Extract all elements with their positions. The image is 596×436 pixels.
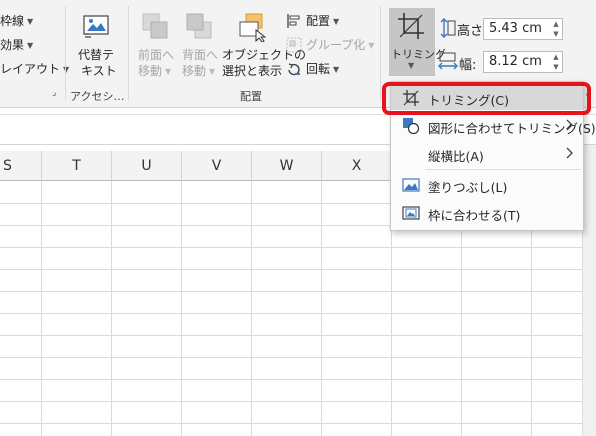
- alt-text-button[interactable]: 代替テ キスト: [72, 10, 122, 80]
- fit-picture-icon: [402, 206, 420, 220]
- vertical-scrollbar[interactable]: [582, 145, 596, 436]
- grid-line: [0, 335, 582, 336]
- menu-item-aspect-ratio[interactable]: 縦横比(A): [392, 140, 582, 168]
- width-label: 幅:: [459, 58, 477, 73]
- crop-to-shape-icon: [403, 118, 420, 135]
- picture-layout-button[interactable]: レイアウト ▼: [0, 60, 69, 77]
- group-button[interactable]: グループ化 ▼: [286, 36, 374, 54]
- group-objects-icon: [286, 37, 302, 53]
- grid-line: [0, 247, 582, 248]
- height-value: 5.43 cm: [489, 21, 542, 36]
- menu-item-label: 縦横比(A): [428, 149, 484, 164]
- send-backward-icon: [186, 13, 212, 39]
- grid-line: [181, 181, 182, 436]
- picture-styles-dialog-launcher[interactable]: ⌟: [52, 88, 56, 98]
- selection-pane-label-line2: 選択と表示: [222, 64, 283, 78]
- spin-down-icon[interactable]: ▼: [550, 62, 562, 72]
- bring-forward-button[interactable]: 前面へ 移動 ▼: [136, 10, 178, 80]
- rotate-label: 回転 ▼: [306, 62, 340, 76]
- crop-dropdown-arrow-icon: ▼: [408, 61, 415, 70]
- column-header-u[interactable]: U: [112, 151, 182, 181]
- bring-forward-icon: [142, 13, 168, 39]
- grid-line: [0, 423, 582, 424]
- menu-item-crop-to-shape[interactable]: 図形に合わせてトリミング(S): [392, 112, 596, 140]
- selection-pane-icon: [239, 13, 267, 42]
- rotate-button[interactable]: 回転 ▼: [286, 60, 358, 78]
- fill-picture-icon: [402, 178, 420, 192]
- picture-border-button[interactable]: 枠線 ▼: [0, 12, 33, 29]
- accessibility-group-label: アクセシ…: [70, 90, 125, 103]
- alt-text-icon: [83, 15, 109, 38]
- group-separator: [65, 6, 66, 100]
- grid-line: [251, 181, 252, 436]
- highlight-annotation-box: [382, 82, 591, 115]
- shape-height-icon: [440, 18, 456, 38]
- alt-text-label-line2: キスト: [81, 64, 117, 78]
- grid-line: [321, 181, 322, 436]
- send-backward-button[interactable]: 背面へ 移動 ▼: [180, 10, 222, 80]
- column-header-t[interactable]: T: [42, 151, 112, 181]
- width-spinner[interactable]: ▲ ▼: [550, 52, 562, 72]
- send-backward-label-line2: 移動 ▼: [182, 64, 216, 78]
- grid-line: [0, 379, 582, 380]
- width-value: 8.12 cm: [489, 54, 542, 69]
- grid-line: [0, 401, 582, 402]
- align-icon: [287, 14, 300, 28]
- menu-item-label: 塗りつぶし(L): [428, 180, 508, 195]
- column-header-w[interactable]: W: [252, 151, 322, 181]
- spin-down-icon[interactable]: ▼: [550, 29, 562, 39]
- menu-item-fit[interactable]: 枠に合わせる(T): [392, 199, 582, 227]
- alt-text-label-line1: 代替テ: [78, 48, 115, 62]
- crop-button[interactable]: トリミング ▼: [389, 8, 446, 76]
- crop-icon: [398, 13, 424, 39]
- spin-up-icon[interactable]: ▲: [550, 19, 562, 29]
- height-input[interactable]: 5.43 cm ▲ ▼: [483, 18, 563, 40]
- group-separator: [380, 6, 381, 100]
- bring-forward-label-line2: 移動 ▼: [138, 64, 172, 78]
- arrange-group-label: 配置: [240, 90, 262, 103]
- submenu-arrow-icon: [566, 147, 573, 159]
- group-label: グループ化 ▼: [306, 38, 375, 52]
- bring-forward-label-line1: 前面へ: [138, 48, 175, 62]
- column-header-v[interactable]: V: [182, 151, 252, 181]
- menu-item-label: 枠に合わせる(T): [428, 208, 521, 223]
- column-header-s[interactable]: S: [0, 151, 42, 181]
- submenu-arrow-icon: [566, 119, 573, 131]
- spin-up-icon[interactable]: ▲: [550, 52, 562, 62]
- column-header-x[interactable]: X: [322, 151, 392, 181]
- height-spinner[interactable]: ▲ ▼: [550, 19, 562, 39]
- send-backward-label-line1: 背面へ: [182, 48, 219, 62]
- grid-line: [0, 291, 582, 292]
- grid-line: [0, 313, 582, 314]
- align-label: 配置 ▼: [306, 14, 340, 28]
- grid-line: [0, 269, 582, 270]
- width-input[interactable]: 8.12 cm ▲ ▼: [483, 51, 563, 73]
- rotate-icon: [288, 63, 300, 76]
- picture-effects-button[interactable]: 効果 ▼: [0, 36, 33, 53]
- menu-separator: [425, 169, 581, 170]
- selection-pane-button[interactable]: オブジェクトの 選択と表示: [222, 10, 306, 80]
- grid-line: [0, 357, 582, 358]
- shape-width-icon: [438, 52, 458, 70]
- align-button[interactable]: 配置 ▼: [286, 12, 358, 30]
- grid-line: [41, 181, 42, 436]
- menu-item-fill[interactable]: 塗りつぶし(L): [392, 171, 582, 199]
- grid-line: [111, 181, 112, 436]
- group-separator: [128, 6, 129, 100]
